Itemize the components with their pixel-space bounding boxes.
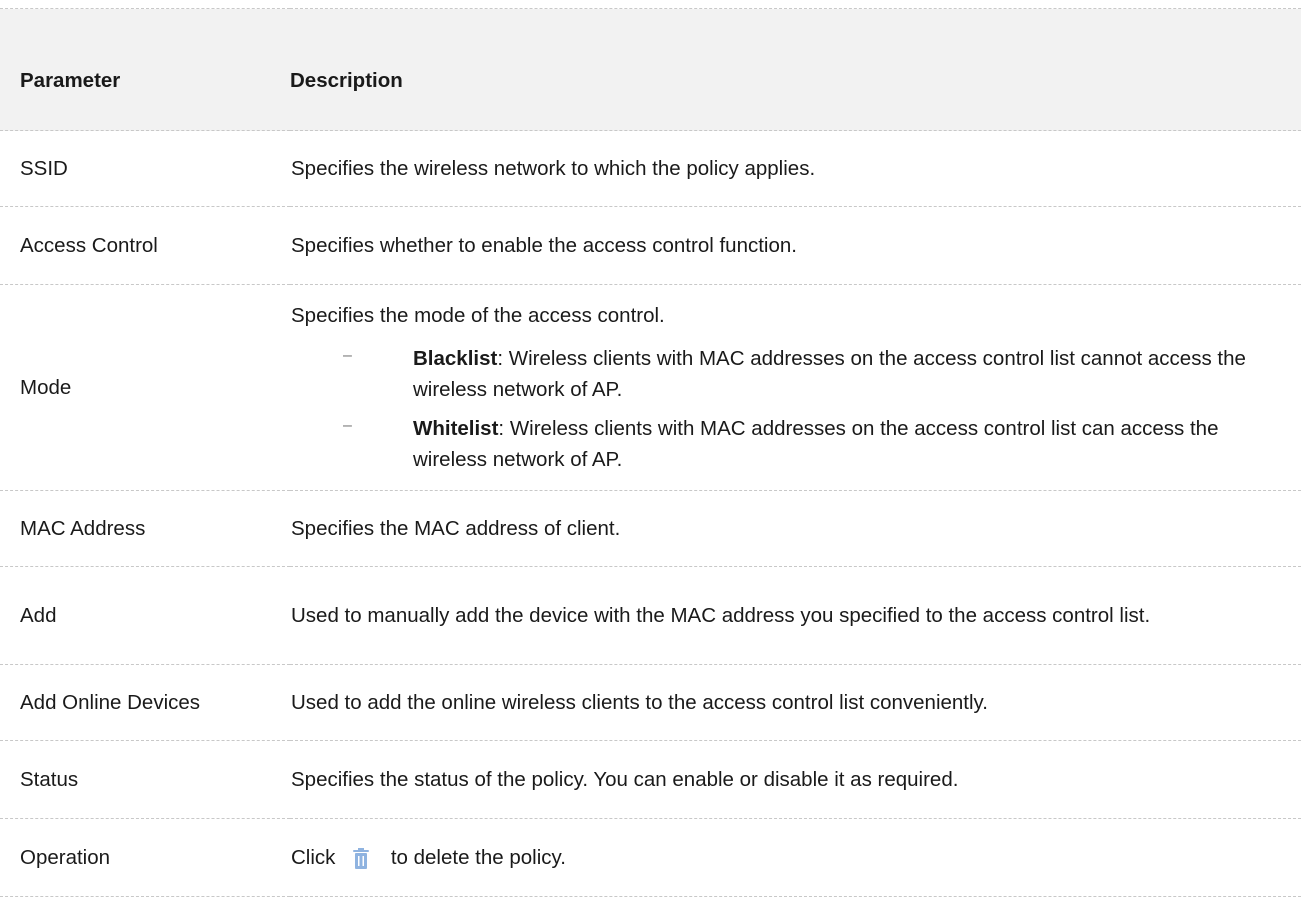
table-row: Add Used to manually add the device with… xyxy=(0,566,1301,665)
parameter-column-header: Parameter xyxy=(0,8,290,131)
mode-intro-text: Specifies the mode of the access control… xyxy=(291,304,665,327)
operation-text-before: Click xyxy=(291,846,336,869)
parameter-name: Access Control xyxy=(0,206,290,285)
mode-option-text: : Wireless clients with MAC addresses on… xyxy=(413,347,1246,401)
document-page: Parameter Description SSID Specifies the… xyxy=(0,0,1301,913)
table-row: MAC Address Specifies the MAC address of… xyxy=(0,490,1301,567)
mode-option-term: Whitelist xyxy=(413,417,499,440)
operation-text-after: to delete the policy. xyxy=(390,846,566,869)
parameter-description: Specifies whether to enable the access c… xyxy=(290,206,1301,285)
mode-option-term: Blacklist xyxy=(413,347,498,370)
table-row: Add Online Devices Used to add the onlin… xyxy=(0,664,1301,741)
dash-bullet: – xyxy=(343,347,352,364)
table-row: SSID Specifies the wireless network to w… xyxy=(0,130,1301,207)
parameter-name: Add xyxy=(0,566,290,665)
mode-option-text: : Wireless clients with MAC addresses on… xyxy=(413,417,1219,471)
mode-options-list: – Blacklist: Wireless clients with MAC a… xyxy=(291,343,1261,475)
parameter-name: Operation xyxy=(0,818,290,897)
parameter-description: Specifies the wireless network to which … xyxy=(290,130,1301,207)
table-row: Status Specifies the status of the polic… xyxy=(0,740,1301,819)
parameter-description: Specifies the MAC address of client. xyxy=(290,490,1301,567)
parameter-description: Used to manually add the device with the… xyxy=(290,566,1301,665)
mode-option-blacklist: – Blacklist: Wireless clients with MAC a… xyxy=(291,343,1261,405)
table-row: Mode Specifies the mode of the access co… xyxy=(0,284,1301,491)
parameter-name: SSID xyxy=(0,130,290,207)
dash-bullet: – xyxy=(343,417,352,434)
table-row: Access Control Specifies whether to enab… xyxy=(0,206,1301,285)
mode-option-whitelist: – Whitelist: Wireless clients with MAC a… xyxy=(291,413,1261,475)
parameter-name: Mode xyxy=(0,284,290,491)
parameter-table: Parameter Description SSID Specifies the… xyxy=(0,8,1301,897)
trash-icon xyxy=(351,847,371,870)
parameter-name: Status xyxy=(0,740,290,819)
parameter-description: Specifies the status of the policy. You … xyxy=(290,740,1301,819)
description-column-header: Description xyxy=(290,8,1301,131)
table-header-row: Parameter Description xyxy=(0,8,1301,131)
parameter-description: Specifies the mode of the access control… xyxy=(290,284,1301,491)
parameter-description: Used to add the online wireless clients … xyxy=(290,664,1301,741)
table-row: Operation Click to delete the policy. xyxy=(0,818,1301,897)
parameter-name: MAC Address xyxy=(0,490,290,567)
parameter-name: Add Online Devices xyxy=(0,664,290,741)
parameter-description: Click to delete the policy. xyxy=(290,818,1301,897)
